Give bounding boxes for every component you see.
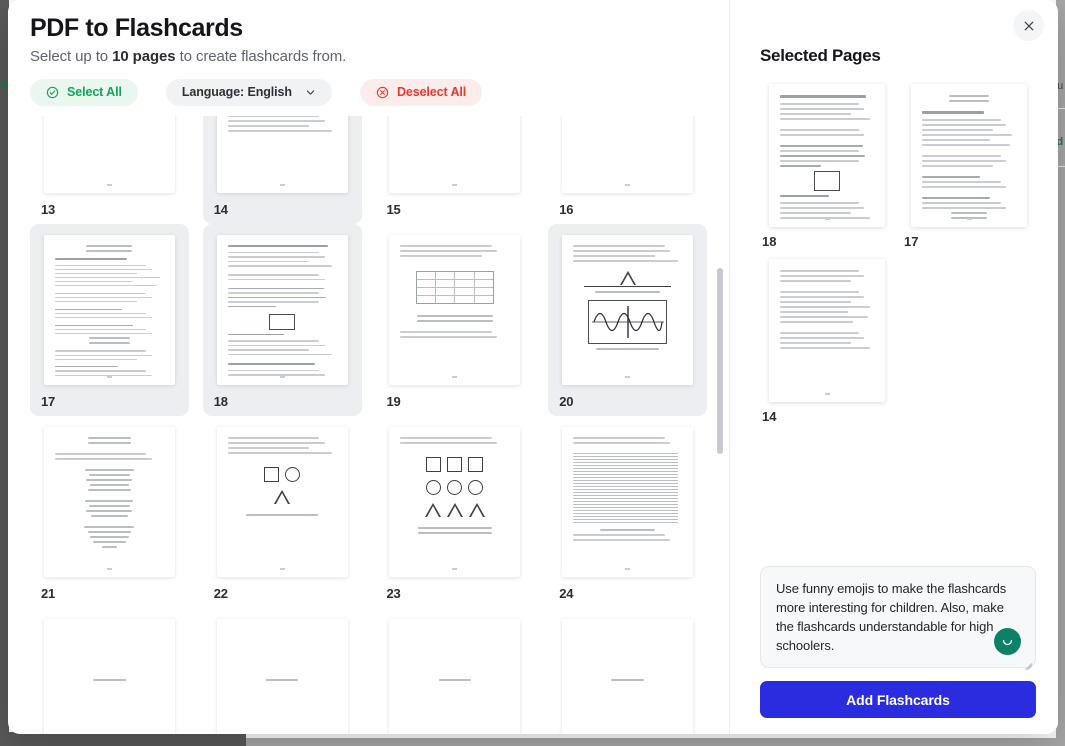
resize-grip-icon[interactable] — [1022, 655, 1033, 671]
page-title: PDF to Flashcards — [30, 14, 243, 42]
page-number-label: 19 — [386, 393, 401, 409]
page-thumbnail-card[interactable]: 21 — [30, 416, 189, 608]
page-thumbnail-image — [389, 234, 521, 385]
page-thumbnail-image — [43, 618, 175, 734]
page-thumbnail-card[interactable] — [548, 608, 707, 734]
page-number-label: 20 — [559, 393, 574, 409]
selected-page-card[interactable]: 18 — [760, 84, 894, 249]
subtitle-page-limit: 10 pages — [112, 47, 176, 65]
add-flashcards-button[interactable]: Add Flashcards — [760, 681, 1036, 718]
selected-page-card[interactable]: 14 — [760, 259, 894, 424]
selected-pages-heading: Selected Pages — [760, 46, 881, 65]
page-number-label: 18 — [213, 393, 228, 409]
page-number-label: 21 — [41, 585, 56, 601]
selection-toolbar: Select All Language: English Deselect Al… — [8, 65, 729, 116]
page-grid: 13 14 15 16 17 18 19 20 21 22 23 24 — [30, 115, 707, 734]
deselect-all-label: Deselect All — [396, 85, 467, 100]
prompt-area: Use funny emojis to make the flashcards … — [760, 566, 1036, 718]
page-thumbnail-image — [389, 618, 521, 734]
voice-record-icon[interactable] — [994, 628, 1021, 655]
language-selector[interactable]: Language: English — [165, 78, 332, 106]
backdrop-bottom-bar-secondary — [246, 738, 1065, 746]
page-thumbnail-image — [389, 115, 521, 193]
page-thumbnail-image — [562, 115, 694, 193]
page-selection-pane: PDF to Flashcards Select up to 10 pages … — [8, 0, 730, 734]
page-thumbnail-image — [216, 426, 348, 577]
page-thumbnail-card[interactable]: 15 — [376, 115, 535, 224]
page-thumbnail-card[interactable] — [376, 608, 535, 734]
page-thumbnail-image — [562, 618, 694, 734]
selected-page-thumbnail — [769, 84, 885, 227]
selected-page-card[interactable]: 17 — [902, 84, 1036, 249]
page-thumbnail-card[interactable]: 16 — [548, 115, 707, 224]
page-number-label: 13 — [41, 201, 56, 217]
prompt-text: Use funny emojis to make the flashcards … — [776, 581, 1010, 653]
page-number-label: 24 — [559, 585, 574, 601]
language-label: Language: English — [181, 85, 292, 100]
page-number-label: 16 — [559, 201, 574, 217]
page-number-label: 23 — [386, 585, 401, 601]
page-thumbnail-image — [43, 234, 175, 385]
page-thumbnail-card[interactable]: 24 — [548, 416, 707, 608]
page-number-label: 15 — [386, 201, 401, 217]
close-icon[interactable] — [1013, 10, 1044, 41]
prompt-input[interactable]: Use funny emojis to make the flashcards … — [760, 566, 1036, 671]
page-thumbnail-card[interactable]: 14 — [202, 115, 362, 224]
page-number-label: 17 — [41, 393, 56, 409]
page-thumbnail-card[interactable] — [203, 608, 362, 734]
deselect-all-button[interactable]: Deselect All — [359, 78, 483, 106]
selected-page-thumbnail — [769, 259, 885, 402]
backdrop-bottom-bar — [0, 732, 246, 746]
page-thumbnail-image — [562, 234, 694, 385]
selected-page-number: 17 — [904, 234, 919, 249]
subtitle-suffix: to create flashcards from. — [175, 47, 347, 65]
page-thumbnail-card[interactable]: 17 — [30, 223, 189, 416]
page-thumbnail-image — [216, 618, 348, 734]
page-thumbnail-image — [562, 426, 694, 577]
x-circle-icon — [376, 86, 389, 99]
page-thumbnail-card[interactable]: 20 — [548, 223, 707, 416]
subtitle-prefix: Select up to — [30, 47, 113, 65]
check-circle-icon — [46, 86, 59, 99]
page-thumbnail-card[interactable]: 23 — [376, 416, 535, 608]
chevron-down-icon — [305, 87, 316, 98]
dialog-header: PDF to Flashcards Select up to 10 pages … — [8, 0, 729, 65]
select-all-button[interactable]: Select All — [30, 78, 138, 106]
selected-page-number: 14 — [762, 409, 777, 424]
page-thumbnail-card[interactable]: 13 — [30, 115, 189, 224]
page-thumbnail-image — [216, 115, 348, 193]
page-number-label: 14 — [213, 201, 228, 217]
page-thumbnail-card[interactable] — [30, 608, 189, 734]
page-thumbnail-image — [43, 426, 175, 577]
selected-pages-pane: Selected Pages 18 17 14 Use funny emojis t… — [730, 0, 1058, 734]
page-grid-scroll-area[interactable]: 13 14 15 16 17 18 19 20 21 22 23 24 — [8, 115, 729, 734]
page-subtitle: Select up to 10 pages to create flashcar… — [30, 48, 707, 65]
selected-pages-grid: 18 17 14 — [760, 84, 1036, 424]
selected-page-thumbnail — [911, 84, 1027, 227]
page-thumbnail-image — [216, 234, 348, 385]
page-thumbnail-card[interactable]: 18 — [202, 223, 362, 416]
page-grid-scrollbar[interactable] — [717, 267, 723, 454]
page-thumbnail-image — [43, 115, 175, 193]
selected-page-number: 18 — [762, 234, 777, 249]
pdf-to-flashcards-dialog: PDF to Flashcards Select up to 10 pages … — [8, 0, 1058, 734]
page-thumbnail-card[interactable]: 22 — [203, 416, 362, 608]
select-all-label: Select All — [67, 85, 122, 100]
page-thumbnail-card[interactable]: 19 — [376, 224, 535, 416]
page-number-label: 22 — [213, 585, 228, 601]
page-thumbnail-image — [389, 426, 521, 577]
